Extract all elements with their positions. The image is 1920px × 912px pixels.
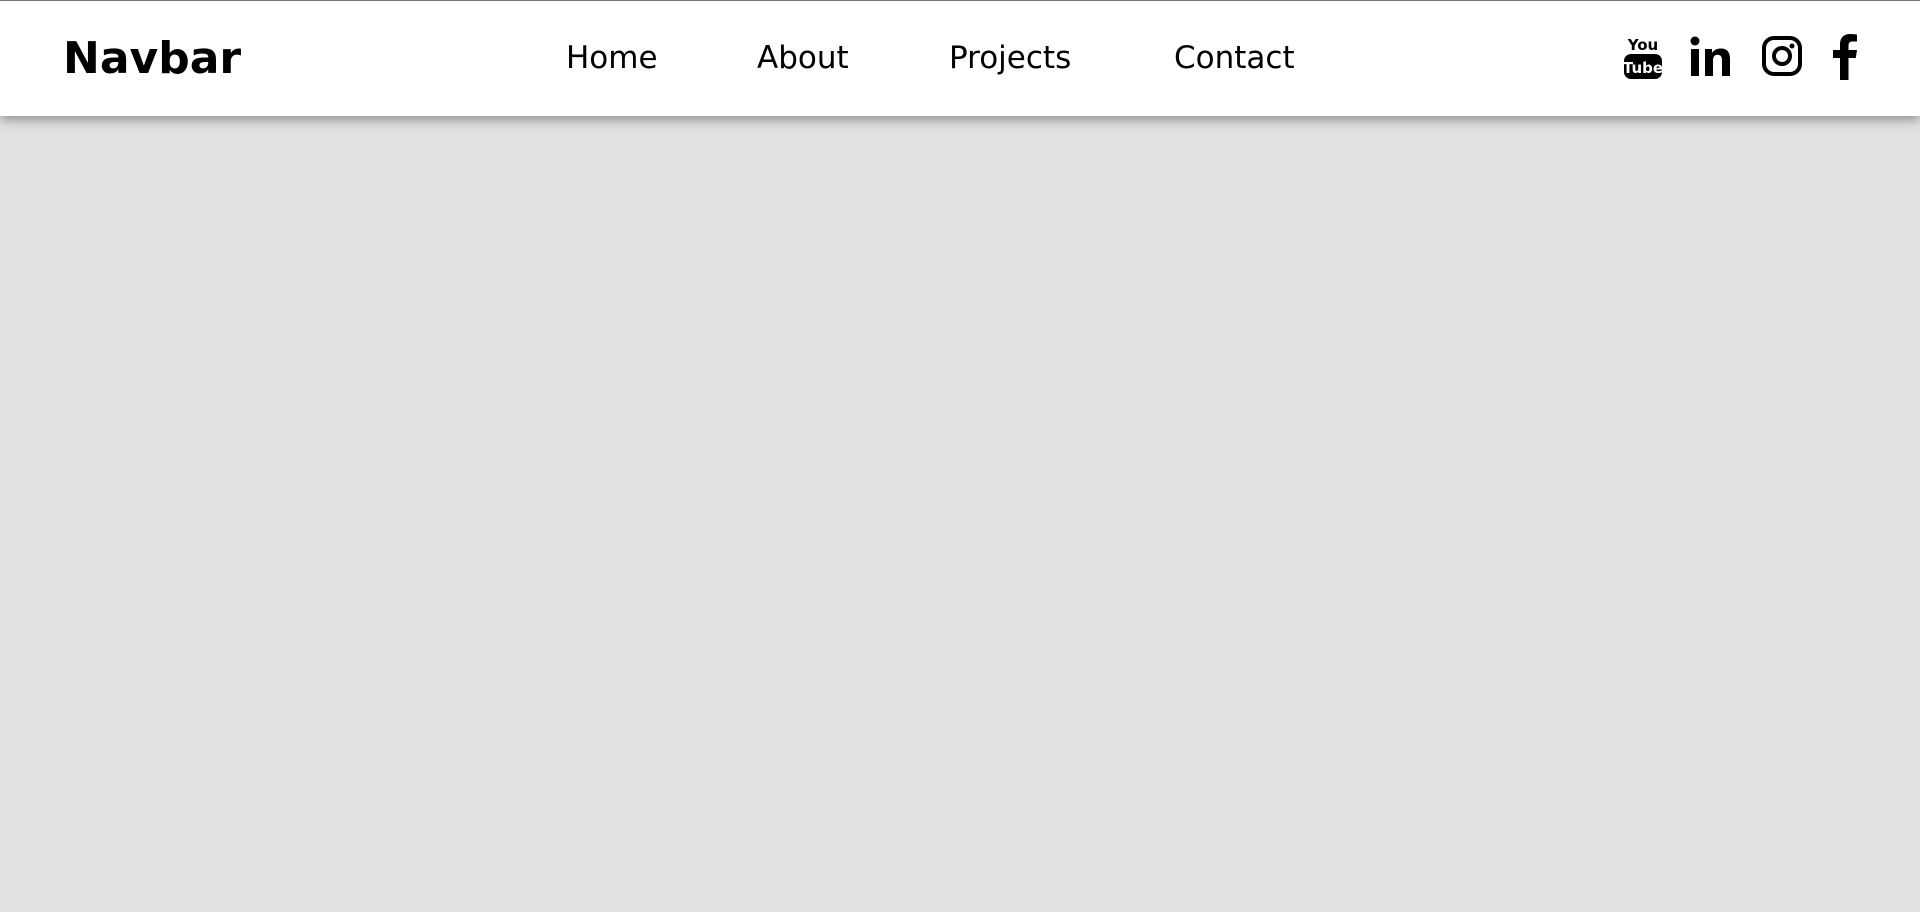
top-border-line — [0, 0, 1920, 1]
main-content-area — [0, 116, 1920, 912]
svg-text:You: You — [1627, 36, 1658, 54]
nav-link-projects[interactable]: Projects — [949, 38, 1071, 78]
svg-text:Tube: Tube — [1624, 59, 1662, 77]
youtube-icon[interactable]: You Tube — [1624, 34, 1662, 80]
instagram-icon[interactable] — [1762, 36, 1802, 76]
brand-logo[interactable]: Navbar — [63, 30, 241, 88]
nav-link-home[interactable]: Home — [566, 38, 658, 78]
nav-link-about[interactable]: About — [757, 38, 849, 78]
facebook-icon[interactable] — [1832, 34, 1858, 80]
linkedin-icon[interactable] — [1690, 36, 1732, 78]
nav-link-contact[interactable]: Contact — [1174, 38, 1295, 78]
navbar: Navbar Home About Projects Contact You T… — [0, 0, 1920, 116]
